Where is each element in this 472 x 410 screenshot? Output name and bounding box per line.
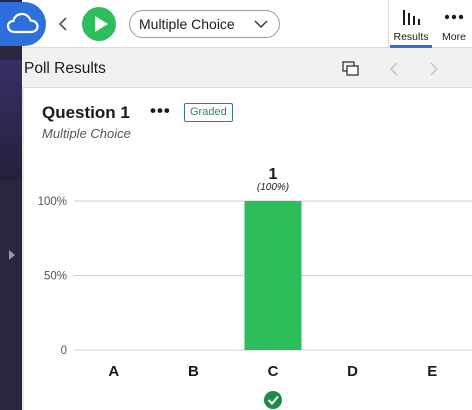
x-category-label: B — [188, 363, 199, 380]
bar-chart-icon — [403, 10, 420, 25]
results-label: Results — [393, 31, 429, 43]
results-bar-chart: 0 50% 100% A B 1(100%) C D E — [38, 166, 472, 409]
panel-header: Poll Results — [22, 48, 472, 88]
present-window-icon[interactable] — [342, 61, 360, 77]
cloud-logo-icon — [6, 12, 39, 34]
app-logo[interactable] — [0, 2, 46, 46]
y-tick-label: 50% — [44, 271, 67, 283]
correct-answer-check-icon — [264, 391, 282, 409]
previous-question-icon[interactable] — [388, 61, 400, 77]
next-question-icon[interactable] — [428, 61, 440, 77]
y-tick-label: 0 — [61, 345, 67, 357]
results-content: Question 1 ••• Graded Multiple Choice 05… — [22, 88, 472, 410]
x-category-label: D — [347, 363, 358, 380]
more-button[interactable]: More — [436, 0, 472, 48]
y-tick-label: 100% — [38, 196, 67, 208]
expand-handle-icon[interactable] — [9, 250, 15, 260]
chevron-down-icon — [254, 20, 268, 28]
app-root: Multiple Choice Results More Poll Result… — [0, 0, 472, 410]
sidebar-background — [0, 60, 22, 180]
question-type-select[interactable]: Multiple Choice — [129, 10, 280, 38]
x-category-label: C — [268, 363, 279, 380]
more-label: More — [442, 31, 466, 43]
bar-count-label: 1 — [269, 166, 278, 183]
panel-title: Poll Results — [24, 60, 106, 77]
bar-percent-label: (100%) — [257, 182, 289, 193]
more-dots-icon — [444, 14, 464, 20]
question-type-value: Multiple Choice — [139, 16, 235, 32]
toolbar-divider — [388, 0, 389, 48]
play-icon — [94, 16, 108, 32]
x-category-label: A — [108, 363, 119, 380]
top-toolbar: Multiple Choice Results More — [22, 0, 472, 48]
bar-c — [244, 201, 302, 350]
x-category-label: E — [427, 363, 437, 380]
start-poll-button[interactable] — [82, 7, 116, 41]
results-tab-button[interactable]: Results — [390, 0, 432, 48]
left-sidebar-strip — [0, 0, 22, 410]
back-chevron-icon[interactable] — [56, 14, 70, 34]
